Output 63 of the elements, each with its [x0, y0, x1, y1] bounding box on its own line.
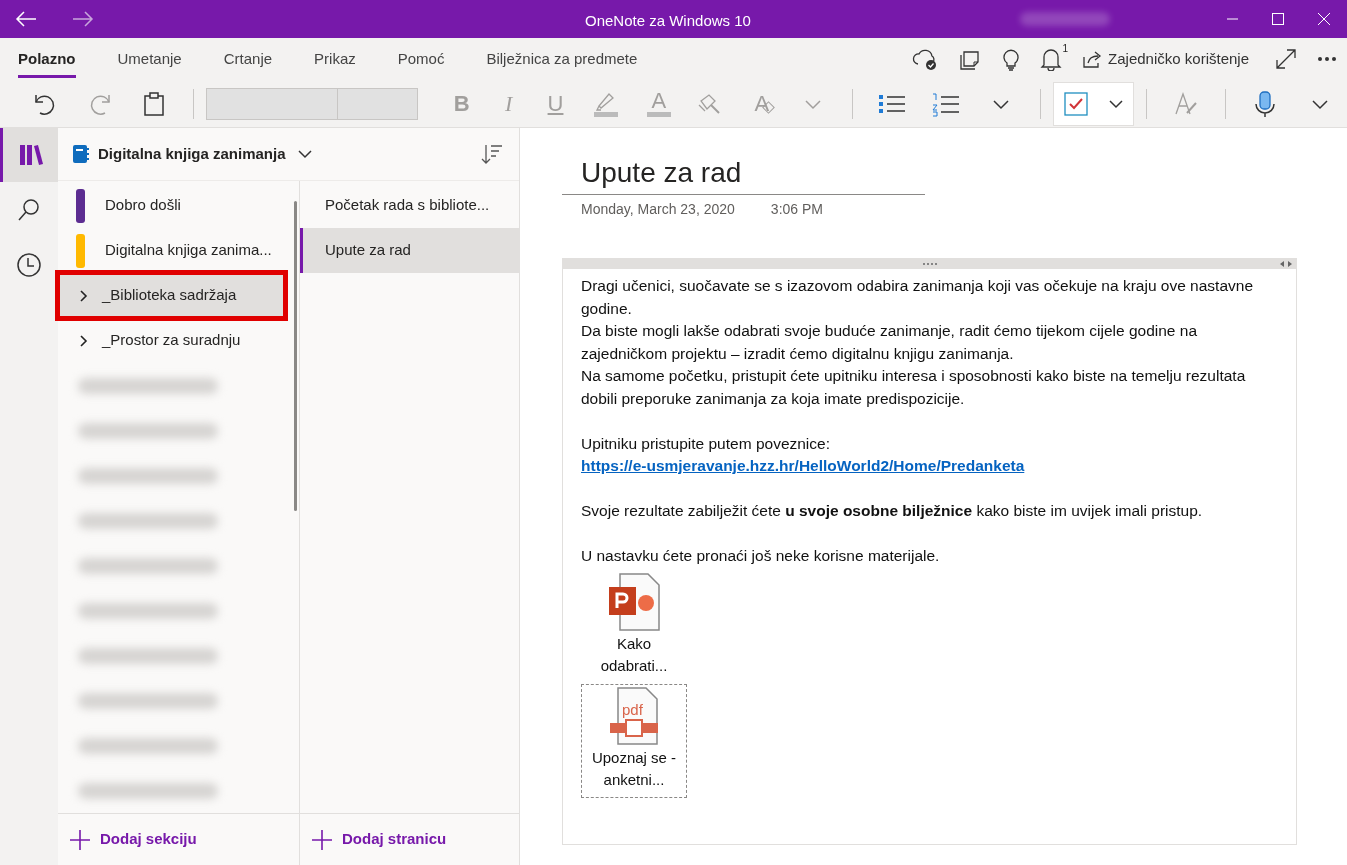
page-item[interactable]: Upute za rad	[300, 228, 519, 273]
note-paragraph: Upitniku pristupite putem poveznice: https://e-usmjeravanje.hzz.hr/HelloWorld2/Home/Predanketa	[581, 433, 1026, 476]
ribbon-tab[interactable]: Pomoć	[397, 38, 445, 80]
add-page-button[interactable]: Dodaj stranicu	[300, 813, 519, 865]
back-arrow-icon[interactable]	[15, 11, 37, 27]
plus-icon	[70, 829, 90, 850]
ribbon-tab[interactable]: Bilježnica za predmete	[486, 38, 638, 80]
checkbox-tick-icon	[1064, 91, 1089, 116]
clipboard-icon	[143, 90, 166, 117]
questionnaire-link[interactable]: https://e-usmjeravanje.hzz.hr/HelloWorld2/Home/Predanketa	[581, 457, 1025, 474]
ribbon-tab[interactable]: Polazno	[18, 38, 76, 80]
page-item[interactable]: Početak rada s bibliote...	[300, 183, 519, 228]
microphone-icon	[1254, 89, 1277, 118]
ribbon-tab[interactable]: Prikaz	[314, 38, 356, 80]
notebooks-button[interactable]	[0, 128, 58, 182]
note-paragraph: Na samome početku, pristupit ćete upitniku interesa i sposobnosti kako biste na temelju rezultata dobili preporuke zanimanja za koja imate predispozicije.	[581, 366, 1247, 409]
chevron-down-icon	[803, 97, 822, 110]
drag-handle-icon[interactable]	[921, 262, 938, 266]
page-title: Upute za rad	[581, 156, 743, 190]
page-time: 3:06 PM	[770, 200, 823, 219]
more-options-icon[interactable]	[1317, 56, 1337, 62]
resize-arrows-icon[interactable]	[1279, 260, 1293, 268]
note-paragraph: Svoje rezultate zabilježit ćete u svoje osobne bilježnice kako biste im uvijek imali pristup.	[581, 501, 1204, 521]
note-paragraph: Da biste mogli lakše odabrati svoje buduće zanimanje, radit ćemo tijekom cijele godine na zajedničkom projektu – izradit ćemo digitalnu knjigu zanimanja.	[581, 321, 1199, 364]
plus-icon	[312, 829, 332, 850]
note-paragraph: U nastavku ćete pronaći još neke korisne materijale.	[581, 546, 941, 566]
bell-icon[interactable]	[1040, 47, 1063, 71]
expand-icon[interactable]	[1275, 48, 1297, 70]
file-attachment[interactable]: pdf Upoznaj se - anketni...	[581, 683, 687, 798]
books-icon	[17, 143, 44, 167]
share-icon	[1082, 49, 1103, 69]
chevron-right-icon	[78, 288, 90, 303]
note-paragraph: Dragi učenici, suočavate se s izazovom odabira zanimanja koji vas očekuje na kraju ove nastavne godine.	[581, 276, 1255, 319]
chevron-down-icon	[991, 97, 1010, 110]
search-icon[interactable]	[17, 198, 41, 222]
ribbon-tab[interactable]: Crtanje	[223, 38, 273, 80]
notification-count: 1	[1062, 42, 1069, 56]
notebook-selector[interactable]: Digitalna knjiga zanimanja	[72, 142, 312, 166]
file-attachment[interactable]: Kako odabrati...	[581, 569, 687, 684]
section-item[interactable]: Digitalna knjiga zanima...	[58, 228, 285, 273]
section-item[interactable]: Dobro došli	[58, 183, 285, 228]
todo-tag-button[interactable]	[1052, 81, 1134, 126]
lightbulb-icon[interactable]	[1002, 47, 1021, 71]
scrollbar[interactable]	[294, 201, 297, 511]
share-button[interactable]: Zajedničko korištenje	[1082, 47, 1249, 71]
ribbon-tab[interactable]: Umetanje	[117, 38, 182, 80]
window-title: OneNote za Windows 10	[585, 11, 751, 31]
font-size-field[interactable]	[338, 87, 419, 120]
section-group[interactable]: _Prostor za suradnju	[58, 318, 285, 363]
clock-icon[interactable]	[16, 252, 42, 278]
sort-icon[interactable]	[481, 143, 503, 165]
notebook-icon	[72, 144, 90, 164]
styles-brush-icon	[1172, 90, 1199, 117]
chevron-down-icon	[1310, 97, 1329, 110]
add-section-button[interactable]: Dodaj sekciju	[58, 813, 299, 865]
section-group[interactable]: _Biblioteka sadržaja	[58, 273, 285, 318]
chevron-down-icon	[1108, 98, 1123, 109]
page-date: Monday, March 23, 2020	[581, 200, 735, 219]
chevron-right-icon	[78, 333, 90, 348]
font-name-field[interactable]	[206, 87, 339, 120]
presentation-file-icon	[608, 572, 660, 631]
numbered-list-icon	[931, 90, 962, 117]
chevron-down-icon	[297, 149, 312, 159]
